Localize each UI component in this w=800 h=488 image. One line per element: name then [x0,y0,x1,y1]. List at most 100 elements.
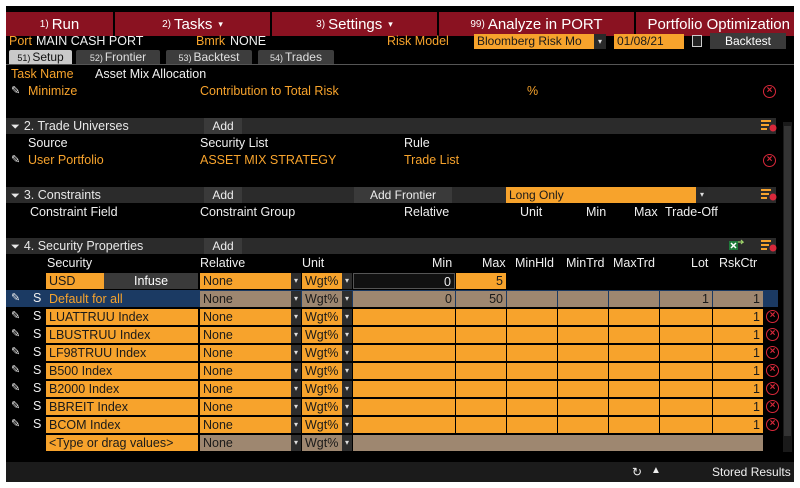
menu-analyze-port[interactable]: 99) Analyze in PORT [439,12,634,36]
pencil-icon[interactable]: ✎ [11,309,20,322]
section-constraints-title[interactable]: ⏷ 3. Constraints [11,187,101,204]
pencil-icon[interactable]: ✎ [11,399,20,412]
chevron-down-icon[interactable]: ▾ [696,187,708,203]
row-value-cell[interactable] [558,327,608,343]
row-value-cell[interactable] [507,327,557,343]
row-value-cell[interactable] [609,381,659,397]
row-value-cell[interactable] [660,399,712,415]
section-security-properties-title[interactable]: ⏷ 4. Security Properties [11,238,143,255]
default-lot[interactable]: 1 [660,291,712,307]
pencil-icon[interactable]: ✎ [11,417,20,430]
row-value-cell[interactable] [609,417,659,433]
pencil-icon[interactable]: ✎ [11,153,20,166]
row-unit[interactable]: Wgt% [302,327,342,343]
row-value-cell[interactable] [660,363,712,379]
row-relative[interactable]: None [200,345,291,361]
row-value-cell[interactable] [660,327,712,343]
row-relative[interactable]: None [200,309,291,325]
bmrk-value[interactable]: NONE [230,34,266,48]
row-value-cell[interactable] [558,363,608,379]
port-value[interactable]: MAIN CASH PORT [36,34,143,48]
menu-run[interactable]: 1) Run [6,12,113,36]
add-security-input[interactable]: <Type or drag values> [46,435,198,451]
filter-delete-icon[interactable] [761,188,777,201]
scrollbar-thumb[interactable] [784,126,791,436]
row-rskctr[interactable]: 1 [713,345,763,361]
row-value-cell[interactable] [456,363,506,379]
chevron-down-icon[interactable]: ▾ [291,399,301,415]
constraints-add-button[interactable]: Add [204,187,242,203]
add-frontier-button[interactable]: Add Frontier [354,187,452,203]
row-value-cell[interactable] [609,399,659,415]
chevron-down-icon[interactable]: ▾ [291,273,301,289]
usd-unit[interactable]: Wgt% [302,273,342,289]
chevron-down-icon[interactable]: ▾ [342,327,352,343]
delete-icon[interactable]: × [766,364,779,377]
row-security[interactable]: LBUSTRUU Index [46,327,198,343]
chevron-down-icon[interactable]: ▾ [342,381,352,397]
chevron-down-icon[interactable]: ▾ [291,309,301,325]
placeholder-relative[interactable]: None [200,435,291,451]
row-value-cell[interactable] [660,417,712,433]
minimize-value[interactable]: Contribution to Total Risk [200,84,339,98]
row-security[interactable]: B2000 Index [46,381,198,397]
excel-export-icon[interactable] [728,239,744,252]
chevron-down-icon[interactable]: ▾ [291,291,301,307]
placeholder-unit[interactable]: Wgt% [302,435,342,451]
row-value-cell[interactable] [456,327,506,343]
tab-setup[interactable]: 51) Setup [9,50,72,64]
chevron-down-icon[interactable]: ▾ [342,399,352,415]
default-min[interactable]: 0 [353,291,455,307]
default-minhld[interactable] [507,291,557,307]
refresh-icon[interactable]: ↻ [632,465,642,479]
row-value-cell[interactable] [558,417,608,433]
section-trade-universes-title[interactable]: ⏷ 2. Trade Universes [11,118,129,135]
stored-results-label[interactable]: Stored Results [712,465,791,479]
row-unit[interactable]: Wgt% [302,381,342,397]
scrollbar[interactable] [783,122,792,452]
default-relative[interactable]: None [200,291,291,307]
date-field[interactable]: 01/08/21 [614,34,684,49]
row-value-cell[interactable] [456,399,506,415]
default-security[interactable]: Default for all [46,291,198,307]
row-value-cell[interactable] [456,345,506,361]
chevron-down-icon[interactable]: ▾ [342,345,352,361]
pencil-icon[interactable]: ✎ [11,291,20,304]
row-unit[interactable]: Wgt% [302,363,342,379]
task-name-value[interactable]: Asset Mix Allocation [95,67,206,81]
backtest-button[interactable]: Backtest [710,33,786,49]
row-rskctr[interactable]: 1 [713,381,763,397]
menu-tasks[interactable]: 2) Tasks ▾ [115,12,270,36]
row-value-cell[interactable] [353,327,455,343]
trade-universe-source[interactable]: User Portfolio [28,153,104,167]
default-maxtrd[interactable] [609,291,659,307]
delete-icon[interactable]: × [763,85,776,98]
security-properties-add-button[interactable]: Add [204,238,242,254]
usd-min[interactable]: 0 [353,273,455,289]
trade-universes-add-button[interactable]: Add [204,118,242,134]
pencil-icon[interactable]: ✎ [11,363,20,376]
filter-delete-icon[interactable] [761,119,777,132]
usd-max[interactable]: 5 [456,273,506,289]
triangle-up-icon[interactable]: ▲ [651,465,661,476]
trade-universe-rule[interactable]: Trade List [404,153,459,167]
row-value-cell[interactable] [456,309,506,325]
default-mintrd[interactable] [558,291,608,307]
row-rskctr[interactable]: 1 [713,363,763,379]
tab-backtest[interactable]: 53) Backtest [166,50,252,64]
chevron-down-icon[interactable]: ▾ [291,327,301,343]
row-value-cell[interactable] [353,399,455,415]
row-rskctr[interactable]: 1 [713,309,763,325]
row-value-cell[interactable] [353,309,455,325]
trade-universe-security-list[interactable]: ASSET MIX STRATEGY [200,153,336,167]
row-value-cell[interactable] [353,363,455,379]
filter-delete-icon[interactable] [761,239,777,252]
delete-icon[interactable]: × [766,346,779,359]
chevron-down-icon[interactable]: ▾ [342,435,352,451]
delete-icon[interactable]: × [766,400,779,413]
chevron-down-icon[interactable]: ▾ [291,381,301,397]
pencil-icon[interactable]: ✎ [11,381,20,394]
chevron-down-icon[interactable]: ▾ [291,363,301,379]
delete-icon[interactable]: × [766,310,779,323]
row-relative[interactable]: None [200,327,291,343]
